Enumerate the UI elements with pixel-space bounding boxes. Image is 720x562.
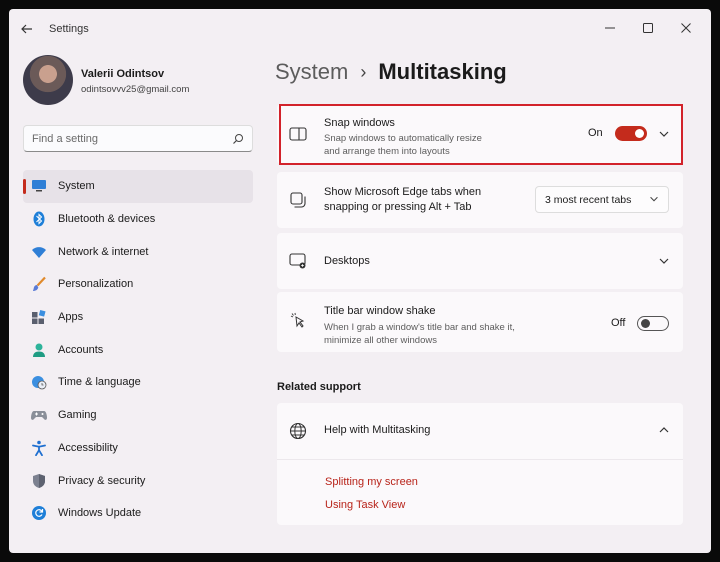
chevron-right-icon: › (360, 61, 367, 82)
edge-tabs-title-line1: Show Microsoft Edge tabs when (324, 186, 482, 198)
bluetooth-icon (31, 211, 47, 227)
sidebar-item-accessibility[interactable]: Accessibility (23, 432, 253, 465)
sidebar-item-apps[interactable]: Apps (23, 301, 253, 334)
desktops-card[interactable]: Desktops (277, 233, 683, 289)
brush-icon (31, 276, 47, 292)
title-bar-shake-title: Title bar window shake (324, 305, 436, 317)
close-button[interactable] (673, 15, 699, 41)
sidebar-item-label: Bluetooth & devices (58, 213, 156, 226)
snap-window-icon (289, 125, 307, 143)
chevron-down-icon[interactable] (657, 254, 671, 268)
user-email: odintsovvv25@gmail.com (81, 84, 190, 95)
globe-clock-icon (31, 374, 47, 390)
globe-icon (289, 422, 307, 440)
divider (277, 459, 683, 460)
shake-toggle-state: Off (611, 317, 626, 329)
title-bar: Settings (9, 9, 711, 47)
sidebar-item-privacy[interactable]: Privacy & security (23, 464, 253, 497)
title-bar-shake-desc-line1: When I grab a window's title bar and sha… (324, 322, 515, 333)
gamepad-icon (31, 407, 47, 423)
title-bar-shake-toggle[interactable] (637, 316, 669, 331)
sidebar-item-time-language[interactable]: Time & language (23, 366, 253, 399)
link-using-task-view[interactable]: Using Task View (325, 499, 405, 511)
dropdown-value: 3 most recent tabs (545, 194, 632, 206)
shield-icon (31, 473, 47, 489)
user-name: Valerii Odintsov (81, 68, 165, 80)
sidebar-item-label: Network & internet (58, 245, 149, 258)
maximize-icon (643, 23, 653, 33)
desktops-icon (289, 252, 307, 270)
sidebar-item-label: Time & language (58, 376, 141, 389)
snap-windows-card[interactable]: Snap windows Snap windows to automatical… (277, 104, 683, 164)
settings-window: Settings Valerii Odintsov odintsovvv25@g… (9, 9, 711, 553)
close-icon (681, 23, 691, 33)
breadcrumb: System › Multitasking (275, 57, 507, 87)
person-icon (31, 342, 47, 358)
snap-windows-desc-line2: and arrange them into layouts (324, 146, 450, 157)
toggle-knob (641, 319, 650, 328)
page-title: Multitasking (378, 59, 507, 84)
sidebar-item-windows-update[interactable]: Windows Update (23, 497, 253, 530)
title-bar-shake-card: Title bar window shake When I grab a win… (277, 292, 683, 352)
edge-tabs-card: Show Microsoft Edge tabs when snapping o… (277, 172, 683, 228)
shake-cursor-icon (289, 312, 307, 330)
sidebar-item-label: Accessibility (58, 441, 118, 454)
snap-windows-desc-line1: Snap windows to automatically resize (324, 133, 482, 144)
title-bar-shake-desc-line2: minimize all other windows (324, 335, 437, 346)
toggle-knob (635, 129, 644, 138)
sidebar-item-label: Accounts (58, 343, 104, 356)
help-card: Help with Multitasking Splitting my scre… (277, 403, 683, 525)
sidebar-item-accounts[interactable]: Accounts (23, 333, 253, 366)
sidebar-item-label: Privacy & security (58, 474, 146, 487)
help-title: Help with Multitasking (324, 424, 431, 436)
accessibility-icon (31, 440, 47, 456)
search-input[interactable] (32, 131, 222, 147)
related-support-heading: Related support (277, 381, 361, 393)
sidebar-item-label: System (58, 180, 95, 193)
update-icon (31, 505, 47, 521)
search-box[interactable] (23, 125, 253, 152)
sidebar-item-personalization[interactable]: Personalization (23, 268, 253, 301)
sidebar-item-gaming[interactable]: Gaming (23, 399, 253, 432)
sidebar-item-bluetooth[interactable]: Bluetooth & devices (23, 203, 253, 236)
minimize-icon (605, 27, 615, 29)
apps-icon (31, 309, 47, 325)
window-stack-icon (289, 191, 307, 209)
sidebar-item-label: Personalization (58, 278, 134, 291)
snap-windows-toggle[interactable] (615, 126, 647, 141)
chevron-down-icon (650, 196, 658, 202)
sidebar-item-system[interactable]: System (23, 170, 253, 203)
sidebar-item-label: Gaming (58, 409, 97, 422)
maximize-button[interactable] (635, 15, 661, 41)
search-icon[interactable] (232, 133, 244, 145)
sidebar-item-label: Apps (58, 311, 84, 324)
sidebar-item-network[interactable]: Network & internet (23, 235, 253, 268)
breadcrumb-parent[interactable]: System (275, 59, 348, 85)
link-splitting-my-screen[interactable]: Splitting my screen (325, 476, 418, 488)
snap-toggle-state: On (588, 127, 603, 139)
snap-windows-title: Snap windows (324, 117, 395, 129)
chevron-up-icon[interactable] (657, 423, 671, 437)
monitor-icon (31, 178, 47, 194)
chevron-down-icon[interactable] (657, 127, 671, 141)
wifi-icon (31, 244, 47, 260)
sidebar-nav: System Bluetooth & devices Network & int… (23, 170, 253, 530)
app-title: Settings (49, 23, 89, 35)
edge-tabs-title-line2: snapping or pressing Alt + Tab (324, 201, 472, 213)
sidebar-item-label: Windows Update (58, 507, 142, 520)
edge-tabs-dropdown[interactable]: 3 most recent tabs (535, 186, 669, 213)
desktops-title: Desktops (324, 255, 370, 267)
minimize-button[interactable] (597, 15, 623, 41)
arrow-left-icon (21, 24, 32, 34)
avatar[interactable] (23, 55, 73, 105)
back-button[interactable] (19, 21, 35, 37)
